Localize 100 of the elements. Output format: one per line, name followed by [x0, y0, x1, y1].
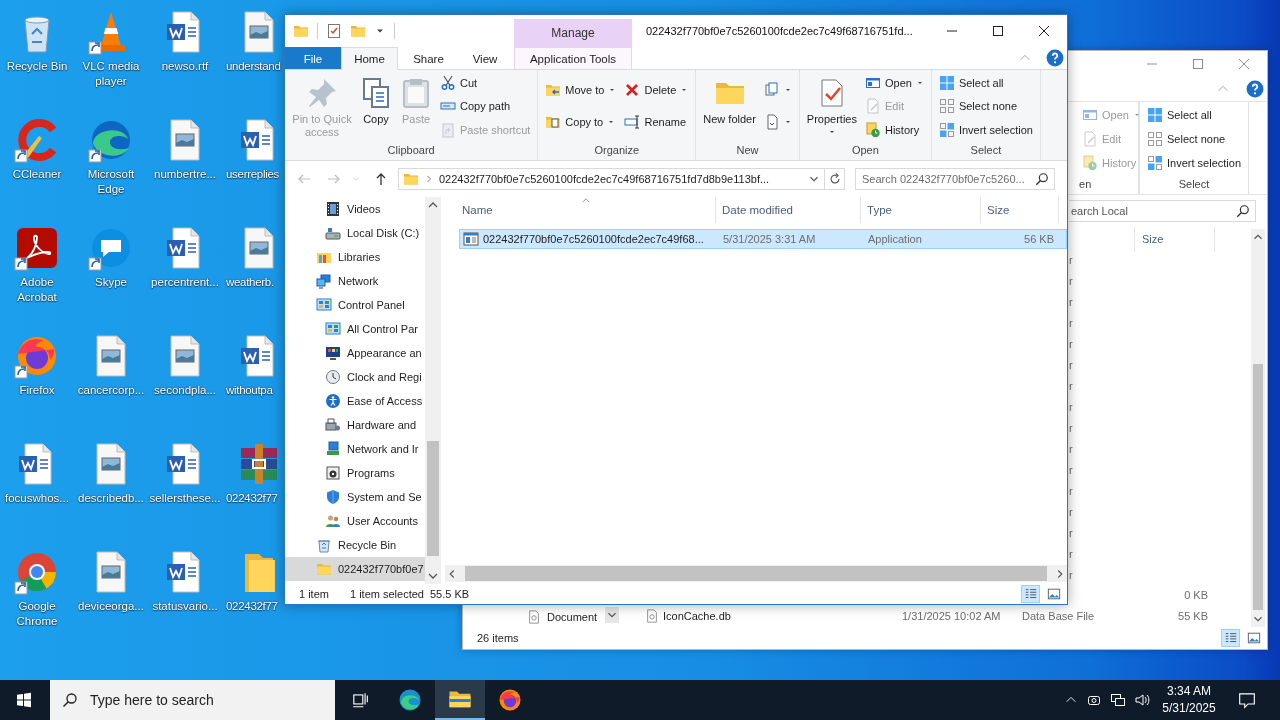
nav-item[interactable]: System and Se — [285, 485, 425, 509]
ribbon-tab[interactable]: Home — [341, 47, 398, 70]
clock-time[interactable]: 3:34 AM — [1167, 683, 1211, 700]
speaker-icon[interactable] — [1134, 692, 1150, 708]
table-cell: r — [1069, 505, 1073, 518]
users-icon — [325, 513, 341, 529]
drive-icon — [325, 225, 341, 241]
file-name: 022432f770bf0e7c5260100fcde2ec7c49f68... — [483, 233, 704, 245]
ribbon-button[interactable]: Select all — [1144, 104, 1244, 126]
ribbon-tab[interactable]: View — [459, 47, 511, 69]
scrollbar[interactable] — [445, 565, 1067, 582]
nav-item[interactable]: Control Panel — [285, 293, 425, 317]
nav-item[interactable]: Clock and Regi — [285, 365, 425, 389]
nav-item[interactable]: Libraries — [285, 245, 425, 269]
nav-item[interactable]: Appearance an — [285, 341, 425, 365]
notification-icon[interactable] — [1238, 691, 1256, 709]
details-view-icon — [1023, 587, 1038, 601]
ribbon-button[interactable]: New folder — [700, 75, 759, 128]
help-icon[interactable] — [1246, 80, 1264, 98]
nav-item[interactable]: Local Disk (C:) — [285, 221, 425, 245]
nav-item[interactable]: User Accounts — [285, 509, 425, 533]
nav-item[interactable]: 022432f770bf0e7 — [285, 557, 425, 581]
edit-icon — [1082, 131, 1098, 147]
column-header[interactable]: Size — [981, 197, 1059, 223]
control-panel-icon — [325, 321, 341, 337]
ribbon-button[interactable]: Rename — [621, 110, 692, 133]
network-icon — [316, 273, 332, 289]
search-icon — [62, 692, 78, 708]
group-label: en — [1079, 177, 1093, 192]
table-cell-text: 56 KB — [1023, 233, 1055, 245]
scroll-down-icon[interactable] — [605, 607, 619, 623]
column-header[interactable]: Type — [861, 197, 981, 223]
maximize-icon — [1190, 56, 1206, 72]
ribbon-button[interactable]: Select all — [935, 71, 1036, 94]
nav-item[interactable]: Document — [463, 607, 605, 627]
windows-logo-icon — [16, 692, 32, 708]
table-cell: r — [1069, 526, 1073, 539]
nav-item[interactable]: Hardware and — [285, 413, 425, 437]
window-icon — [1082, 107, 1098, 123]
ribbon-button[interactable]: Copy path — [437, 95, 534, 117]
ribbon-button[interactable]: Delete — [621, 79, 692, 102]
ribbon-button[interactable]: Move to — [542, 79, 620, 102]
search-icon — [1236, 204, 1250, 218]
taskbar-button[interactable] — [435, 680, 485, 720]
ribbon-button[interactable]: Copy — [357, 75, 395, 128]
file-row[interactable]: 022432f770bf0e7c5260100fcde2ec7c49f68... 5/31/2025 3:31 AM Application 56 KB — [459, 229, 1067, 249]
ribbon-tab[interactable]: File — [285, 47, 341, 69]
file-name[interactable]: IconCache.db — [663, 610, 731, 623]
ribbon-button[interactable]: Cut — [437, 71, 534, 94]
ribbon-button[interactable]: Open — [862, 71, 927, 94]
address-bar[interactable]: 022432f770bf0e7c5260100fcde2ec7c49f68716751fd7d8b9e113bf... — [398, 168, 825, 190]
scrollbar-thumb[interactable] — [465, 566, 1047, 581]
nav-item[interactable]: Recycle Bin — [285, 533, 425, 557]
scrollbar[interactable] — [1251, 229, 1265, 627]
column-header[interactable]: Name — [456, 197, 716, 223]
film-icon — [325, 201, 341, 217]
table-cell: r — [1069, 317, 1073, 330]
ribbon-button[interactable]: Select none — [935, 95, 1036, 117]
ribbon-button[interactable]: Invert selection — [1144, 152, 1244, 174]
search-field[interactable]: earch Local — [1069, 200, 1256, 222]
search-icon — [1035, 172, 1049, 186]
close-icon — [1036, 23, 1052, 39]
scrollbar[interactable] — [425, 197, 441, 584]
minimize-icon — [947, 30, 957, 32]
refresh-button[interactable] — [825, 168, 845, 190]
ribbon-tab[interactable]: Share — [398, 47, 459, 69]
document-icon — [527, 610, 541, 624]
column-header[interactable]: Size — [1134, 227, 1215, 252]
column-header[interactable]: Date modified — [716, 197, 861, 223]
search-field[interactable]: Search 022432f770bf0e7c5260... — [855, 168, 1055, 190]
nav-item[interactable]: Videos — [285, 197, 425, 221]
ribbon-button[interactable]: Copy to — [542, 110, 620, 133]
ribbon-button[interactable]: Invert selection — [935, 118, 1036, 141]
nav-item[interactable]: Ease of Access — [285, 389, 425, 413]
scissors-icon — [440, 74, 456, 91]
help-icon[interactable] — [1046, 49, 1064, 67]
printer-icon — [325, 417, 341, 433]
group-label: Select — [1177, 177, 1211, 192]
nav-item[interactable]: Network and Ir — [285, 437, 425, 461]
table-cell: r — [1069, 463, 1073, 476]
nav-item[interactable]: Network — [285, 269, 425, 293]
nav-item[interactable]: All Control Par — [285, 317, 425, 341]
table-cell: r — [1069, 275, 1073, 288]
nav-item[interactable]: Programs — [285, 461, 425, 485]
scrollbar-thumb[interactable] — [427, 441, 439, 556]
ribbon-button[interactable]: History — [862, 118, 927, 141]
clock-date[interactable]: 5/31/2025 — [1162, 700, 1216, 717]
checklist-icon[interactable] — [326, 23, 342, 39]
selection-size: 55.5 KB — [429, 588, 470, 600]
browser-icon — [398, 688, 422, 712]
search-field[interactable]: Type here to search — [50, 680, 335, 720]
network-monitor-icon — [325, 441, 341, 457]
ribbon-button[interactable]: Properties — [803, 75, 860, 138]
network-icon[interactable] — [1110, 692, 1126, 708]
ribbon-tab[interactable]: Application Tools — [514, 47, 632, 69]
ribbon-button[interactable]: Select none — [1144, 128, 1244, 150]
scrollbar-thumb[interactable] — [1253, 364, 1263, 610]
view-button[interactable] — [1021, 585, 1040, 603]
view-button[interactable] — [1221, 629, 1240, 647]
accessibility-icon — [325, 393, 341, 409]
